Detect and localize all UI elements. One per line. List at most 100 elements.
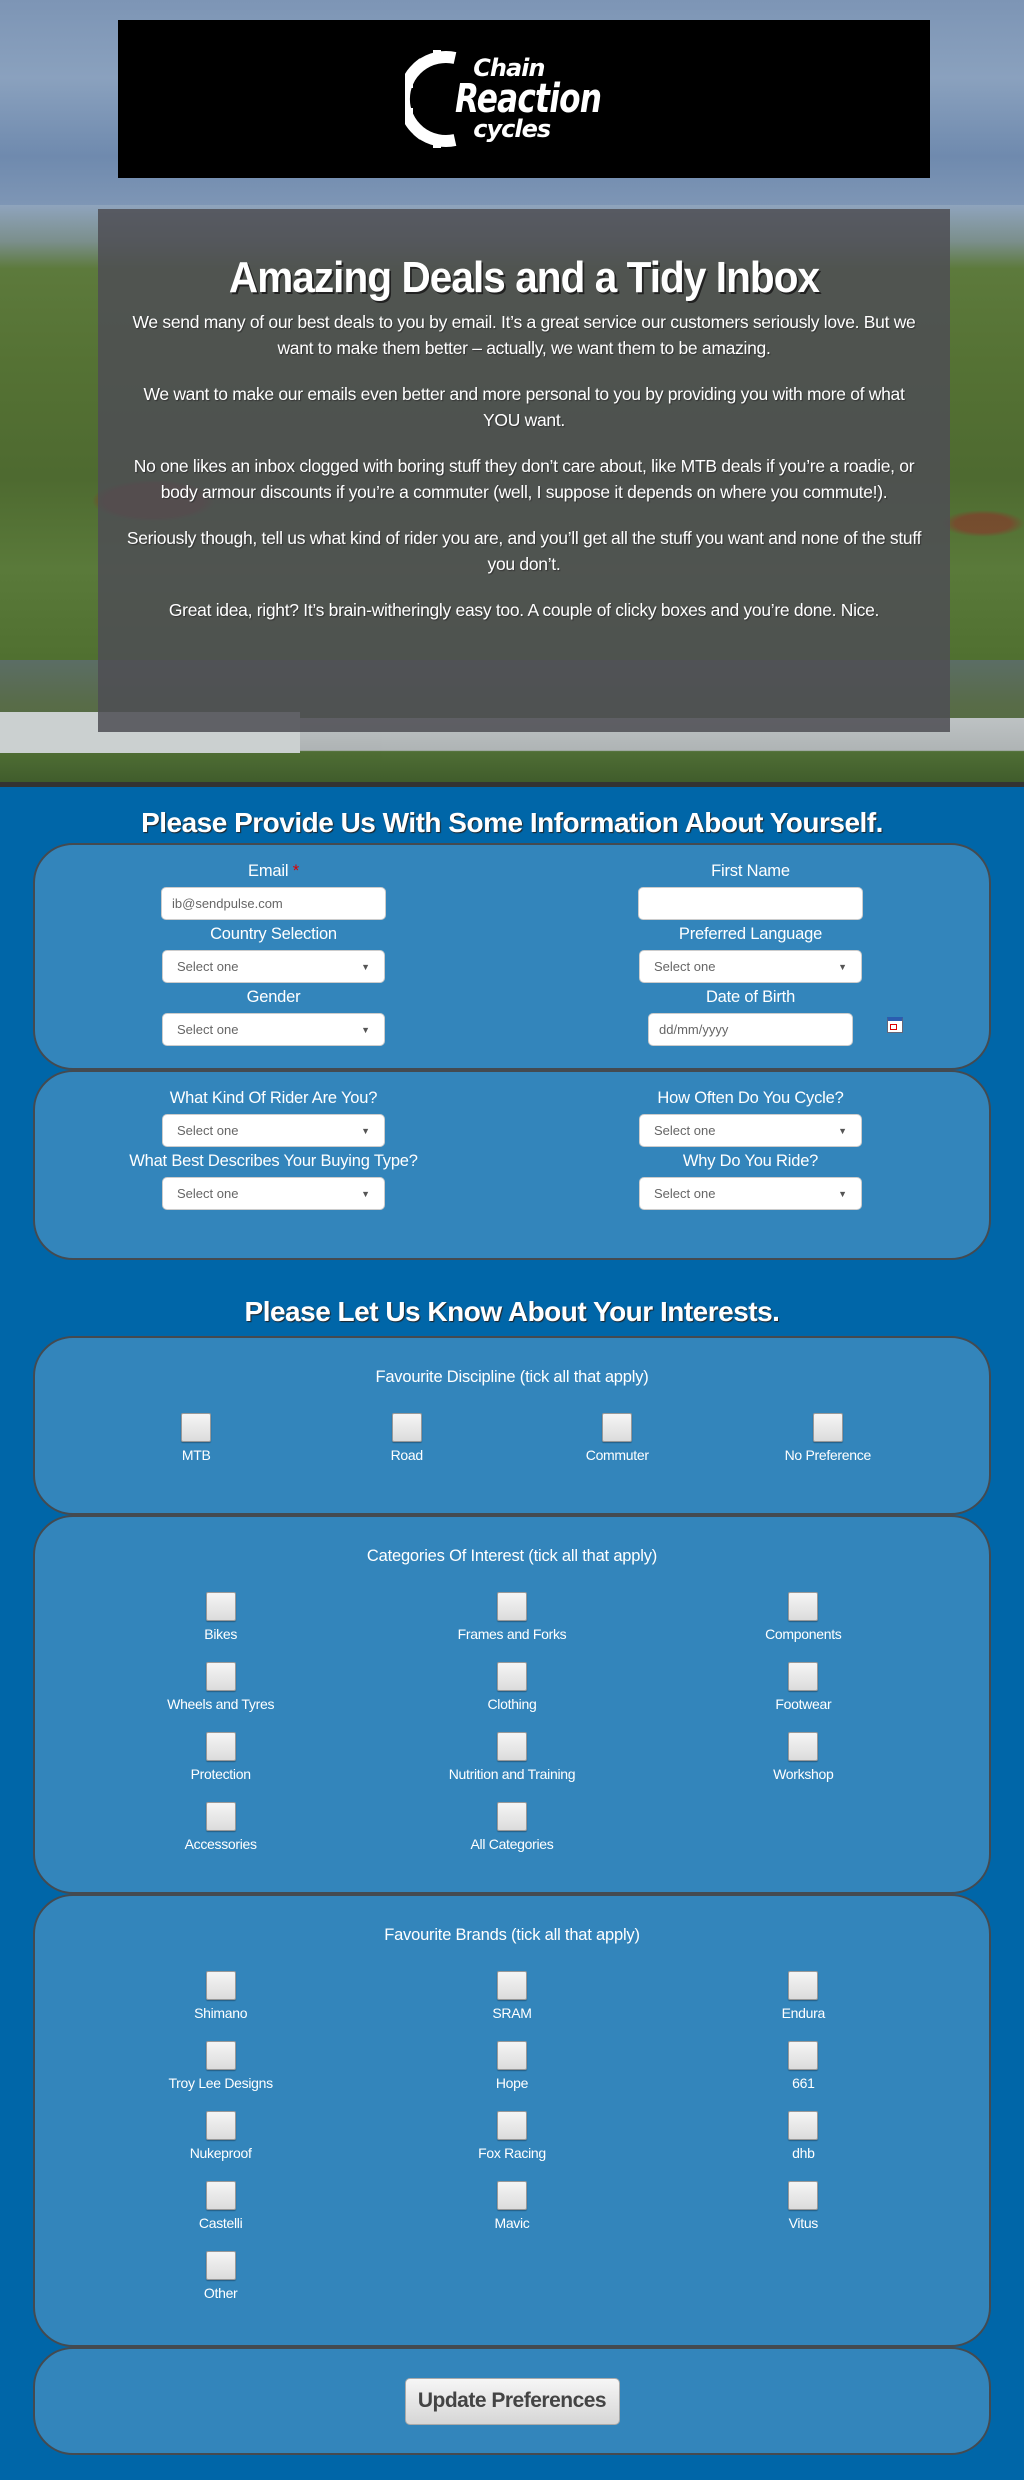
category-option[interactable]: Clothing: [366, 1662, 657, 1712]
brand-checkbox-label: Troy Lee Designs: [168, 2075, 273, 2091]
category-checkbox[interactable]: [205, 1592, 236, 1621]
category-checkbox[interactable]: [205, 1732, 236, 1761]
brand-checkbox[interactable]: [205, 2181, 236, 2210]
brand-option[interactable]: Shimano: [75, 1971, 366, 2021]
brand-checkbox[interactable]: [496, 2181, 527, 2210]
category-option[interactable]: Components: [658, 1592, 949, 1642]
brand-checkbox[interactable]: [496, 1971, 527, 2000]
category-checkbox-label: Wheels and Tyres: [167, 1696, 275, 1712]
discipline-option[interactable]: MTB: [91, 1413, 302, 1463]
category-option[interactable]: Protection: [75, 1732, 366, 1782]
brand-option[interactable]: Troy Lee Designs: [75, 2041, 366, 2091]
chevron-down-icon: ▼: [838, 961, 847, 972]
calendar-icon[interactable]: [887, 1017, 903, 1033]
brand-option[interactable]: Endura: [658, 1971, 949, 2021]
intro-paragraph: Seriously though, tell us what kind of r…: [126, 528, 922, 574]
discipline-option[interactable]: No Preference: [723, 1413, 934, 1463]
cycle-frequency-select-value: Select one: [654, 1123, 716, 1138]
country-select[interactable]: Select one ▼: [162, 950, 385, 983]
category-option[interactable]: Footwear: [658, 1662, 949, 1712]
brand-option[interactable]: Other: [75, 2251, 366, 2301]
brand-checkbox[interactable]: [205, 2251, 236, 2280]
chevron-down-icon: ▼: [838, 1188, 847, 1199]
brand-checkbox[interactable]: [205, 1971, 236, 2000]
category-option[interactable]: Nutrition and Training: [366, 1732, 657, 1782]
buying-type-select-value: Select one: [177, 1186, 239, 1201]
brand-option[interactable]: Fox Racing: [366, 2111, 657, 2161]
category-checkbox[interactable]: [205, 1802, 236, 1831]
category-checkbox[interactable]: [496, 1802, 527, 1831]
discipline-checkbox[interactable]: [391, 1413, 422, 1442]
brand-checkbox[interactable]: [205, 2041, 236, 2070]
brand-option[interactable]: Nukeproof: [75, 2111, 366, 2161]
brand-checkbox[interactable]: [788, 2041, 819, 2070]
cycle-frequency-label: How Often Do You Cycle?: [657, 1089, 844, 1107]
category-checkbox-label: Frames and Forks: [457, 1626, 567, 1642]
category-option[interactable]: Bikes: [75, 1592, 366, 1642]
brand-option[interactable]: dhb: [658, 2111, 949, 2161]
discipline-checkbox[interactable]: [602, 1413, 633, 1442]
brand-checkbox[interactable]: [496, 2111, 527, 2140]
category-checkbox[interactable]: [205, 1662, 236, 1691]
gender-select-value: Select one: [177, 1022, 239, 1037]
personal-info-panel: Email * ib@sendpulse.com Country Selecti…: [33, 843, 991, 1070]
brand-checkbox[interactable]: [205, 2111, 236, 2140]
category-option[interactable]: Frames and Forks: [366, 1592, 657, 1642]
discipline-checkbox[interactable]: [181, 1413, 212, 1442]
country-select-value: Select one: [177, 959, 239, 974]
intro-paragraph: Great idea, right? It’s brain-witheringl…: [168, 600, 880, 620]
brand-checkbox[interactable]: [496, 2041, 527, 2070]
brand-option[interactable]: Castelli: [75, 2181, 366, 2231]
brand-checkbox[interactable]: [788, 1971, 819, 2000]
interests-section-heading: Please Let Us Know About Your Interests.: [244, 1296, 780, 1327]
brand-logo[interactable]: Chain Reaction cycles: [405, 50, 642, 148]
discipline-option[interactable]: Road: [302, 1413, 513, 1463]
category-checkbox[interactable]: [788, 1662, 819, 1691]
category-option[interactable]: Wheels and Tyres: [75, 1662, 366, 1712]
discipline-checkbox-label: Road: [390, 1447, 424, 1463]
brand-option[interactable]: Hope: [366, 2041, 657, 2091]
brand-option[interactable]: Mavic: [366, 2181, 657, 2231]
language-select-value: Select one: [654, 959, 716, 974]
chevron-down-icon: ▼: [361, 1024, 370, 1035]
category-option[interactable]: Accessories: [75, 1802, 366, 1852]
chevron-down-icon: ▼: [838, 1125, 847, 1136]
why-ride-select[interactable]: Select one ▼: [639, 1177, 862, 1210]
dob-field[interactable]: dd/mm/yyyy: [648, 1013, 853, 1046]
brand-option[interactable]: Vitus: [658, 2181, 949, 2231]
brands-panel: Favourite Brands (tick all that apply) S…: [33, 1894, 991, 2347]
categories-title: Categories Of Interest (tick all that ap…: [366, 1547, 658, 1565]
category-checkbox[interactable]: [496, 1662, 527, 1691]
intro-paragraph: We send many of our best deals to you by…: [132, 312, 916, 358]
why-ride-select-value: Select one: [654, 1186, 716, 1201]
category-checkbox[interactable]: [788, 1592, 819, 1621]
brands-title: Favourite Brands (tick all that apply): [384, 1926, 640, 1944]
first-name-field[interactable]: [638, 887, 863, 920]
buying-type-label: What Best Describes Your Buying Type?: [129, 1152, 418, 1170]
dob-label: Date of Birth: [705, 988, 796, 1006]
intro-panel: Amazing Deals and a Tidy Inbox We send m…: [98, 209, 950, 732]
category-checkbox[interactable]: [496, 1592, 527, 1621]
brand-checkbox[interactable]: [788, 2111, 819, 2140]
category-option[interactable]: All Categories: [366, 1802, 657, 1852]
intro-paragraph: No one likes an inbox clogged with borin…: [133, 456, 915, 502]
language-select[interactable]: Select one ▼: [639, 950, 862, 983]
brand-option[interactable]: SRAM: [366, 1971, 657, 2021]
discipline-checkbox-label: Commuter: [585, 1447, 649, 1463]
discipline-checkbox[interactable]: [812, 1413, 843, 1442]
brand-checkbox-label: dhb: [792, 2145, 815, 2161]
brand-checkbox-label: Nukeproof: [189, 2145, 252, 2161]
brand-option[interactable]: 661: [658, 2041, 949, 2091]
category-checkbox[interactable]: [788, 1732, 819, 1761]
rider-kind-select[interactable]: Select one ▼: [162, 1114, 385, 1147]
update-preferences-button[interactable]: Update Preferences: [404, 2377, 620, 2425]
category-option[interactable]: Workshop: [658, 1732, 949, 1782]
brand-checkbox[interactable]: [788, 2181, 819, 2210]
email-field[interactable]: ib@sendpulse.com: [161, 887, 386, 920]
category-checkbox[interactable]: [496, 1732, 527, 1761]
discipline-options: MTB Road Commuter No Preference: [35, 1413, 989, 1513]
gender-select[interactable]: Select one ▼: [162, 1013, 385, 1046]
cycle-frequency-select[interactable]: Select one ▼: [639, 1114, 862, 1147]
buying-type-select[interactable]: Select one ▼: [162, 1177, 385, 1210]
discipline-option[interactable]: Commuter: [512, 1413, 723, 1463]
